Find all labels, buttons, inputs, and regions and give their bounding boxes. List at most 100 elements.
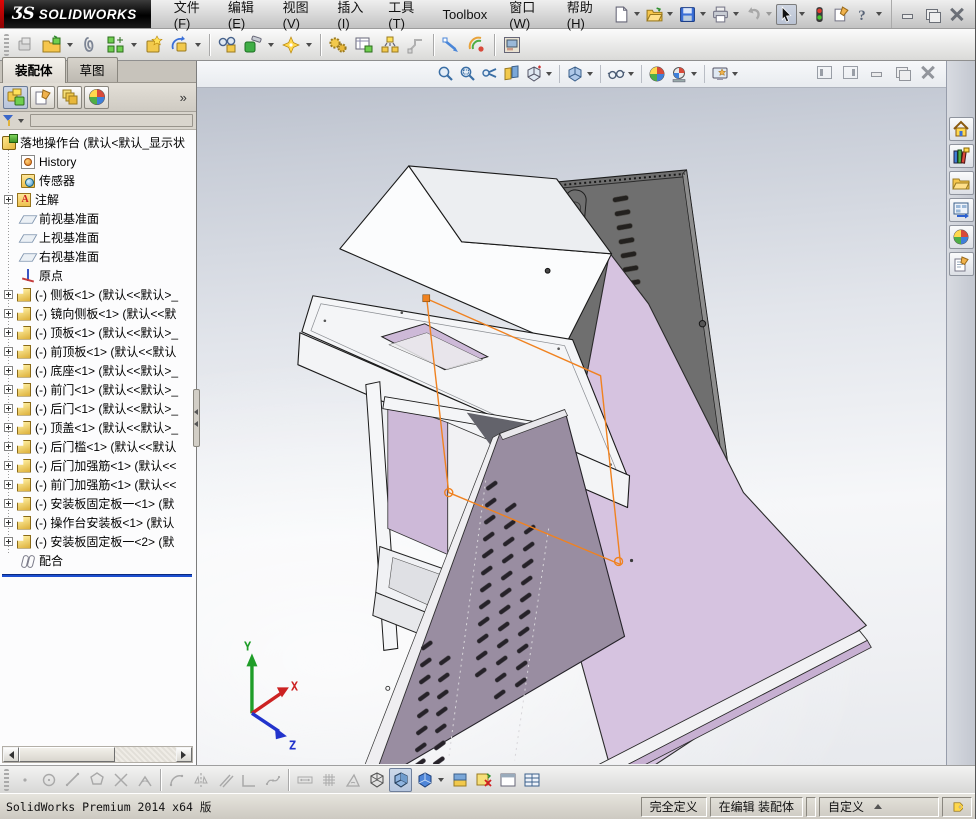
menu-file[interactable]: 文件(F) [163,0,217,31]
view-settings-icon[interactable] [709,63,731,85]
select-caret[interactable] [799,12,805,16]
tab-sketch[interactable]: 草图 [66,57,118,82]
offset-entities-icon[interactable] [213,768,236,792]
close-button[interactable] [950,8,965,21]
view-orientation-caret[interactable] [545,72,552,76]
tree-item[interactable]: (-) 侧板<1> (默认<<默认>_ [0,285,196,304]
open-icon[interactable] [644,4,665,25]
view-settings-caret[interactable] [731,72,738,76]
shaded-with-edges-icon[interactable] [389,767,412,792]
spline-icon[interactable] [261,768,284,792]
scroll-thumb[interactable] [19,747,115,762]
featuremanager-tree-tab[interactable] [3,85,28,109]
tree-item[interactable]: 右视基准面 [0,247,196,266]
tree-item[interactable]: (-) 前门加强筋<1> (默认<< [0,475,196,494]
line-icon[interactable] [61,768,84,792]
rollback-bar[interactable] [2,574,192,577]
print-icon[interactable] [710,4,731,25]
apply-scene-caret[interactable] [690,72,697,76]
pane-right-icon[interactable] [843,66,859,79]
point-icon[interactable] [13,768,36,792]
tab-assembly[interactable]: 装配体 [2,57,66,83]
model-scene[interactable]: Y X Z [197,61,946,765]
view-cube-icon[interactable] [413,768,436,792]
tree-item[interactable]: (-) 前门<1> (默认<<默认>_ [0,380,196,399]
expand-toggle[interactable] [4,195,13,204]
tree-item[interactable]: (-) 顶盖<1> (默认<<默认>_ [0,418,196,437]
zoom-to-area-icon[interactable] [457,63,479,85]
assembly-features-caret[interactable] [268,42,274,47]
wireframe-icon[interactable] [365,768,388,792]
insert-components-caret[interactable] [67,42,73,47]
expand-toggle[interactable] [4,404,13,413]
undo-caret[interactable] [766,12,772,16]
tree-item[interactable]: (-) 操作台安装板<1> (默认 [0,513,196,532]
expand-toggle[interactable] [4,347,13,356]
design-library-icon[interactable] [948,144,974,168]
take-snapshot-icon[interactable] [465,32,489,58]
custom-dropdown[interactable]: 自定义 [819,796,939,817]
doc-minimize-button[interactable] [869,66,884,79]
trim-entities-icon[interactable] [109,768,132,792]
task-pane-window-icon[interactable] [496,768,519,792]
panel-tabs-more[interactable]: » [180,90,193,105]
doc-restore-button[interactable] [895,66,912,81]
menu-toolbox[interactable]: Toolbox [431,0,498,28]
sketch-fillet-icon[interactable] [133,768,156,792]
display-style-caret[interactable] [586,72,593,76]
save-caret[interactable] [700,12,706,16]
tangent-arc-icon[interactable] [165,768,188,792]
tree-item[interactable]: (-) 底座<1> (默认<<默认>_ [0,361,196,380]
solidworks-resources-icon[interactable] [948,117,974,141]
linear-pattern-caret[interactable] [131,42,137,47]
zoom-to-fit-icon[interactable] [435,63,457,85]
doc-close-button[interactable] [921,66,936,79]
scroll-right-arrow[interactable] [175,747,192,762]
view-palette-icon[interactable] [948,198,974,222]
expand-toggle[interactable] [4,480,13,489]
filter-field[interactable] [30,114,193,127]
help-caret[interactable] [876,12,882,16]
help-icon[interactable]: ? [853,4,874,25]
mirror-entities-icon[interactable] [189,768,212,792]
print-caret[interactable] [733,12,739,16]
expand-toggle[interactable] [4,518,13,527]
save-icon[interactable] [677,4,698,25]
panel-horizontal-scrollbar[interactable] [2,746,193,763]
hide-show-caret[interactable] [627,72,634,76]
polygon-icon[interactable] [85,768,108,792]
insert-components-icon[interactable] [40,32,64,58]
edit-appearance-icon[interactable] [646,63,668,85]
measure-icon[interactable] [341,768,364,792]
tree-item[interactable]: (-) 顶板<1> (默认<<默认>_ [0,323,196,342]
panel-splitter-handle[interactable] [192,389,200,447]
instant3d-icon[interactable] [439,32,463,58]
expand-toggle[interactable] [4,537,13,546]
split-table-icon[interactable] [520,768,543,792]
expand-toggle[interactable] [4,442,13,451]
toolbar-grip[interactable] [4,33,9,56]
scroll-track[interactable] [115,747,176,762]
expand-toggle[interactable] [4,309,13,318]
move-component-icon[interactable] [168,32,192,58]
show-hidden-components-icon[interactable] [215,32,239,58]
view-cube-caret[interactable] [438,777,444,782]
corner-rectangle-icon[interactable] [237,768,260,792]
graphics-viewport[interactable]: Y X Z [196,61,947,765]
expand-toggle[interactable] [4,423,13,432]
tree-item[interactable]: (-) 后门槛<1> (默认<<默认 [0,437,196,456]
scroll-left-arrow[interactable] [3,747,19,762]
select-cursor-icon[interactable] [776,3,797,25]
configurationmanager-tab[interactable] [57,85,82,109]
assembly-features-icon[interactable] [241,32,265,58]
menu-tools[interactable]: 工具(T) [377,0,431,31]
tree-item[interactable]: 原点 [0,266,196,285]
large-assembly-mode-icon[interactable] [500,32,524,58]
circle-icon[interactable] [37,768,60,792]
tree-item[interactable]: (-) 后门加强筋<1> (默认<< [0,456,196,475]
tree-item[interactable]: (-) 前顶板<1> (默认<<默认 [0,342,196,361]
linear-component-pattern-icon[interactable] [104,32,128,58]
new-document-caret[interactable] [634,12,640,16]
menu-help[interactable]: 帮助(H) [556,0,611,31]
previous-view-icon[interactable] [479,63,501,85]
